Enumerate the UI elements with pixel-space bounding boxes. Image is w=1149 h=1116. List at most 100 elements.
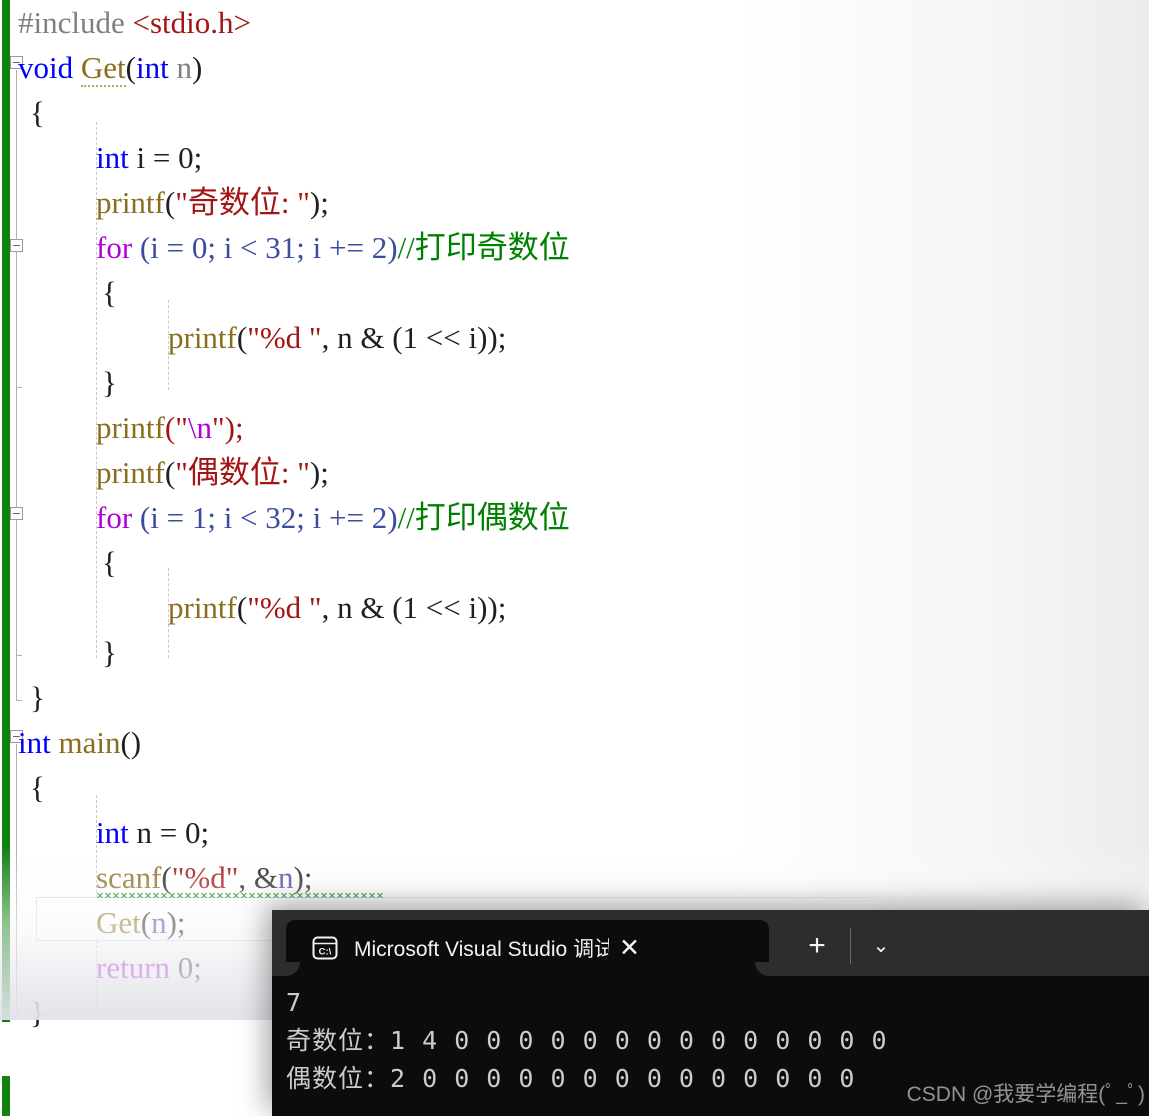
token-paren: ( — [164, 455, 176, 490]
token-keyword-return: return — [96, 950, 171, 985]
token-param-n: n — [176, 50, 192, 85]
token-keyword-void: void — [18, 50, 74, 85]
console-output-line: 偶数位：2 0 0 0 0 0 0 0 0 0 0 0 0 0 0 — [286, 1064, 856, 1093]
fold-bracket-for-odd — [16, 253, 17, 387]
token-function-printf: printf — [96, 410, 165, 445]
token-paren: ( — [236, 590, 248, 625]
token-paren: ); — [309, 455, 329, 490]
token-string-format: "%d" — [171, 860, 239, 895]
token-paren: ); — [293, 860, 313, 895]
token-printf-args: , n & (1 << i)); — [321, 320, 507, 355]
token-keyword-for: for — [96, 500, 133, 535]
code-line-8[interactable]: printf("%d ", n & (1 << i)); — [18, 315, 506, 360]
token-string-odd-label: "奇数位: " — [175, 185, 310, 220]
token-return-value: 0; — [170, 950, 202, 985]
token-brace: { — [30, 95, 45, 130]
code-line-6[interactable]: for (i = 0; i < 31; i += 2)//打印奇数位 — [18, 225, 570, 270]
new-tab-button[interactable]: + — [797, 928, 837, 964]
token-scanf-args: , & — [238, 860, 278, 895]
token-brace: { — [102, 545, 117, 580]
console-tab-strip[interactable]: C:\ Microsoft Visual Studio 调试控 ✕ + ⌄ — [272, 910, 1149, 976]
token-decl-i: i = 0; — [128, 140, 203, 175]
code-line-10[interactable]: printf("\n"); — [18, 405, 244, 450]
token-preprocessor: #include — [18, 5, 125, 40]
token-keyword-int: int — [135, 50, 169, 85]
token-decl-n: n = 0; — [128, 815, 210, 850]
code-line-3[interactable]: { — [18, 90, 45, 135]
code-line-1[interactable]: #include <stdio.h> — [18, 0, 251, 45]
token-paren: ( — [140, 905, 152, 940]
code-line-11[interactable]: printf("偶数位: "); — [18, 450, 329, 495]
token-paren: ( — [125, 50, 136, 85]
code-line-12[interactable]: for (i = 1; i < 32; i += 2)//打印偶数位 — [18, 495, 570, 540]
code-line-9[interactable]: } — [18, 360, 117, 405]
code-line-18[interactable]: { — [18, 765, 45, 810]
token-brace: } — [102, 635, 117, 670]
code-line-4[interactable]: int i = 0; — [18, 135, 202, 180]
code-line-16[interactable]: } — [18, 675, 45, 720]
token-escape-newline: \n — [187, 410, 212, 445]
console-tab-title: Microsoft Visual Studio 调试控 — [354, 938, 609, 961]
console-output-line: 奇数位：1 4 0 0 0 0 0 0 0 0 0 0 0 0 0 0 — [286, 1026, 888, 1055]
close-icon[interactable]: ✕ — [619, 935, 640, 961]
token-string-close: "); — [211, 410, 244, 445]
code-line-14[interactable]: printf("%d ", n & (1 << i)); — [18, 585, 506, 630]
token-var-n: n — [151, 905, 167, 940]
token-keyword-int: int — [18, 725, 51, 760]
token-paren: () — [120, 725, 142, 760]
token-header-path: <stdio.h> — [132, 5, 252, 40]
token-string-open: (" — [164, 410, 188, 445]
token-comment-odd: //打印奇数位 — [397, 230, 570, 265]
code-line-19[interactable]: int n = 0; — [18, 810, 209, 855]
code-line-17[interactable]: int main() — [18, 720, 141, 765]
token-paren: ) — [191, 50, 203, 85]
console-output-area[interactable]: 7 奇数位：1 4 0 0 0 0 0 0 0 0 0 0 0 0 0 0 偶数… — [272, 976, 1149, 1116]
svg-text:C:\: C:\ — [319, 947, 332, 958]
code-line-13[interactable]: { — [18, 540, 117, 585]
token-paren: ( — [164, 185, 176, 220]
chevron-down-icon[interactable]: ⌄ — [860, 928, 902, 964]
tab-corner-left — [286, 962, 300, 976]
token-function-scanf: scanf — [96, 860, 162, 895]
token-function-main: main — [50, 725, 121, 760]
token-string-format: "%d " — [247, 320, 322, 355]
token-paren: ( — [236, 320, 248, 355]
token-paren: ); — [166, 905, 186, 940]
token-brace: } — [30, 680, 45, 715]
token-keyword-for: for — [96, 230, 133, 265]
token-function-get-call: Get — [96, 905, 141, 940]
debug-console-window[interactable]: C:\ Microsoft Visual Studio 调试控 ✕ + ⌄ 7 … — [272, 910, 1149, 1116]
token-string-format: "%d " — [247, 590, 322, 625]
code-line-23[interactable]: } — [18, 990, 45, 1035]
command-prompt-icon: C:\ — [312, 936, 338, 960]
token-function-printf: printf — [168, 590, 237, 625]
token-keyword-int: int — [96, 140, 129, 175]
code-line-21[interactable]: Get(n); — [18, 900, 186, 945]
token-var-n: n — [278, 860, 294, 895]
token-paren: ( — [161, 860, 172, 895]
token-function-printf: printf — [96, 185, 165, 220]
toolbar-separator — [850, 928, 851, 964]
token-for-header: (i = 0; i < 31; i += 2) — [132, 230, 398, 265]
token-brace: { — [102, 275, 117, 310]
console-tab-active[interactable]: C:\ Microsoft Visual Studio 调试控 ✕ — [286, 920, 769, 976]
token-function-get: Get — [80, 50, 126, 87]
tab-corner-right — [755, 962, 769, 976]
code-line-2[interactable]: void Get(int n) — [18, 45, 202, 90]
window-shadow-overlay — [560, 0, 1149, 1020]
fold-bracket-for-even — [16, 521, 17, 655]
code-line-5[interactable]: printf("奇数位: "); — [18, 180, 329, 225]
fold-bracket-main — [16, 744, 17, 1012]
error-squiggle-scanf — [96, 893, 384, 898]
change-bar-saved-lower — [2, 1076, 10, 1116]
code-line-22[interactable]: return 0; — [18, 945, 202, 990]
code-line-7[interactable]: { — [18, 270, 117, 315]
token-function-printf: printf — [96, 455, 165, 490]
token-for-header: (i = 1; i < 32; i += 2) — [132, 500, 398, 535]
token-printf-args: , n & (1 << i)); — [321, 590, 507, 625]
code-line-15[interactable]: } — [18, 630, 117, 675]
token-comment-even: //打印偶数位 — [397, 500, 570, 535]
console-output-line: 7 — [286, 988, 303, 1017]
token-paren: ); — [309, 185, 329, 220]
token-string-even-label: "偶数位: " — [175, 455, 310, 490]
